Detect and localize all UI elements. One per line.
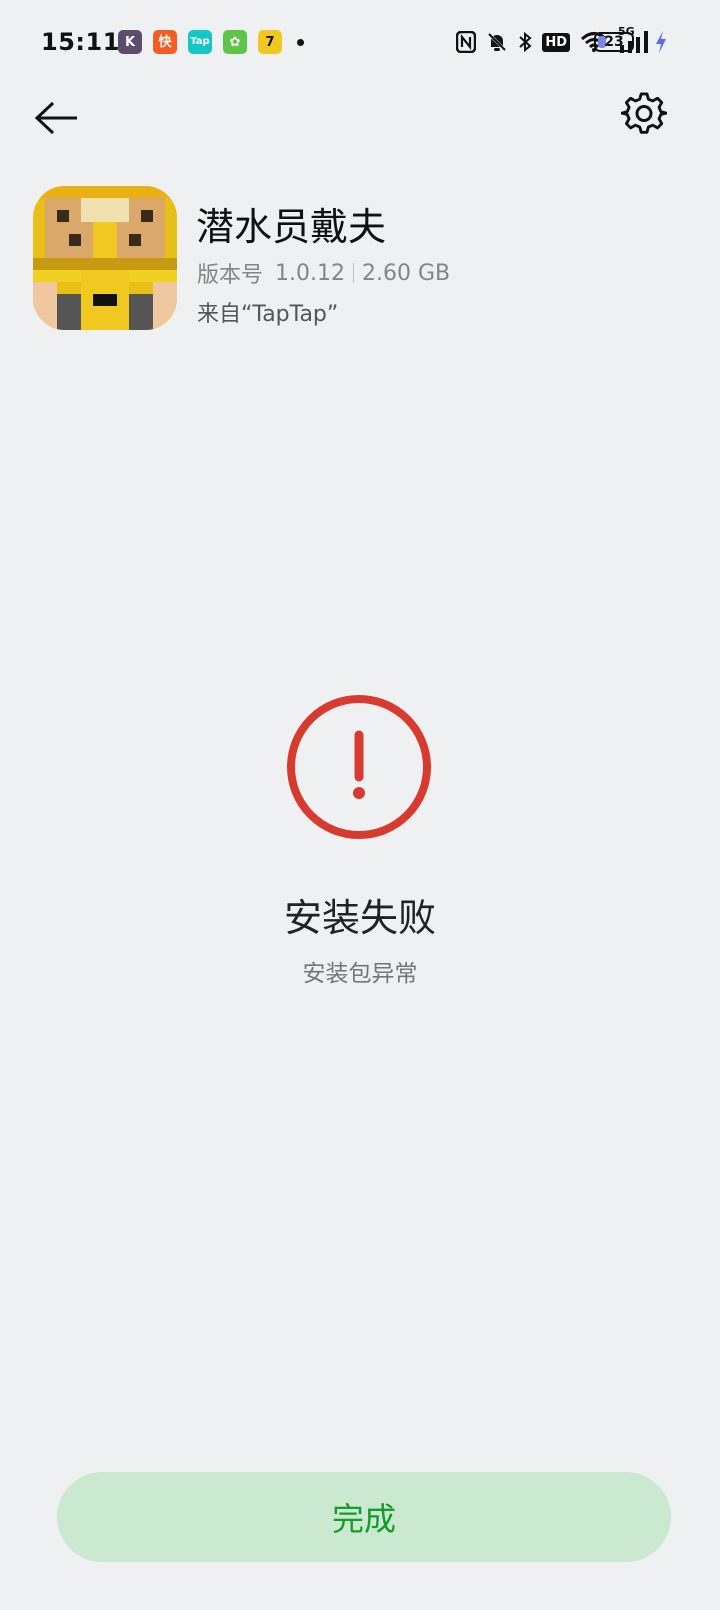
error-icon	[283, 691, 435, 843]
bluetooth-icon	[518, 31, 532, 53]
app-version: 1.0.12	[275, 260, 345, 286]
status-bar: 15:11 K 快 Tap ✿ 7 HD 5G 23	[0, 22, 720, 66]
charging-icon	[654, 30, 668, 58]
version-label: 版本号	[197, 263, 264, 288]
installer-screen: 15:11 K 快 Tap ✿ 7 HD 5G 23 潜水员戴夫 版本号 1.0…	[0, 0, 720, 1610]
battery-indicator: 23	[594, 32, 634, 52]
green-app-icon: ✿	[223, 30, 247, 54]
meta-divider	[353, 263, 354, 283]
app-name: 潜水员戴夫	[196, 205, 387, 249]
settings-button[interactable]	[620, 90, 668, 138]
gear-icon	[621, 92, 667, 134]
k-app-icon: K	[118, 30, 142, 54]
notification-icons: K 快 Tap ✿ 7	[118, 30, 304, 54]
back-button[interactable]	[30, 92, 82, 144]
taptap-icon: Tap	[188, 30, 212, 54]
app-meta: 版本号 1.0.12 2.60 GB	[197, 257, 450, 289]
battery-cap	[636, 38, 640, 46]
install-failure-reason: 安装包异常	[302, 961, 418, 987]
app-source: 来自“TapTap”	[197, 302, 339, 327]
hd-icon: HD	[542, 32, 570, 52]
mute-icon	[486, 31, 508, 53]
install-status-title: 安装失败	[283, 896, 436, 940]
seven-app-icon: 7	[258, 30, 282, 54]
arrow-left-icon	[34, 101, 77, 135]
done-button[interactable]: 完成	[57, 1472, 671, 1562]
status-time: 15:11	[41, 28, 120, 56]
nfc-icon	[456, 31, 477, 53]
more-notifications-dot	[297, 38, 304, 46]
app-icon	[33, 186, 177, 330]
app-size: 2.60 GB	[362, 260, 451, 286]
kuaishou-icon: 快	[153, 30, 177, 54]
battery-level: 23	[604, 34, 624, 50]
